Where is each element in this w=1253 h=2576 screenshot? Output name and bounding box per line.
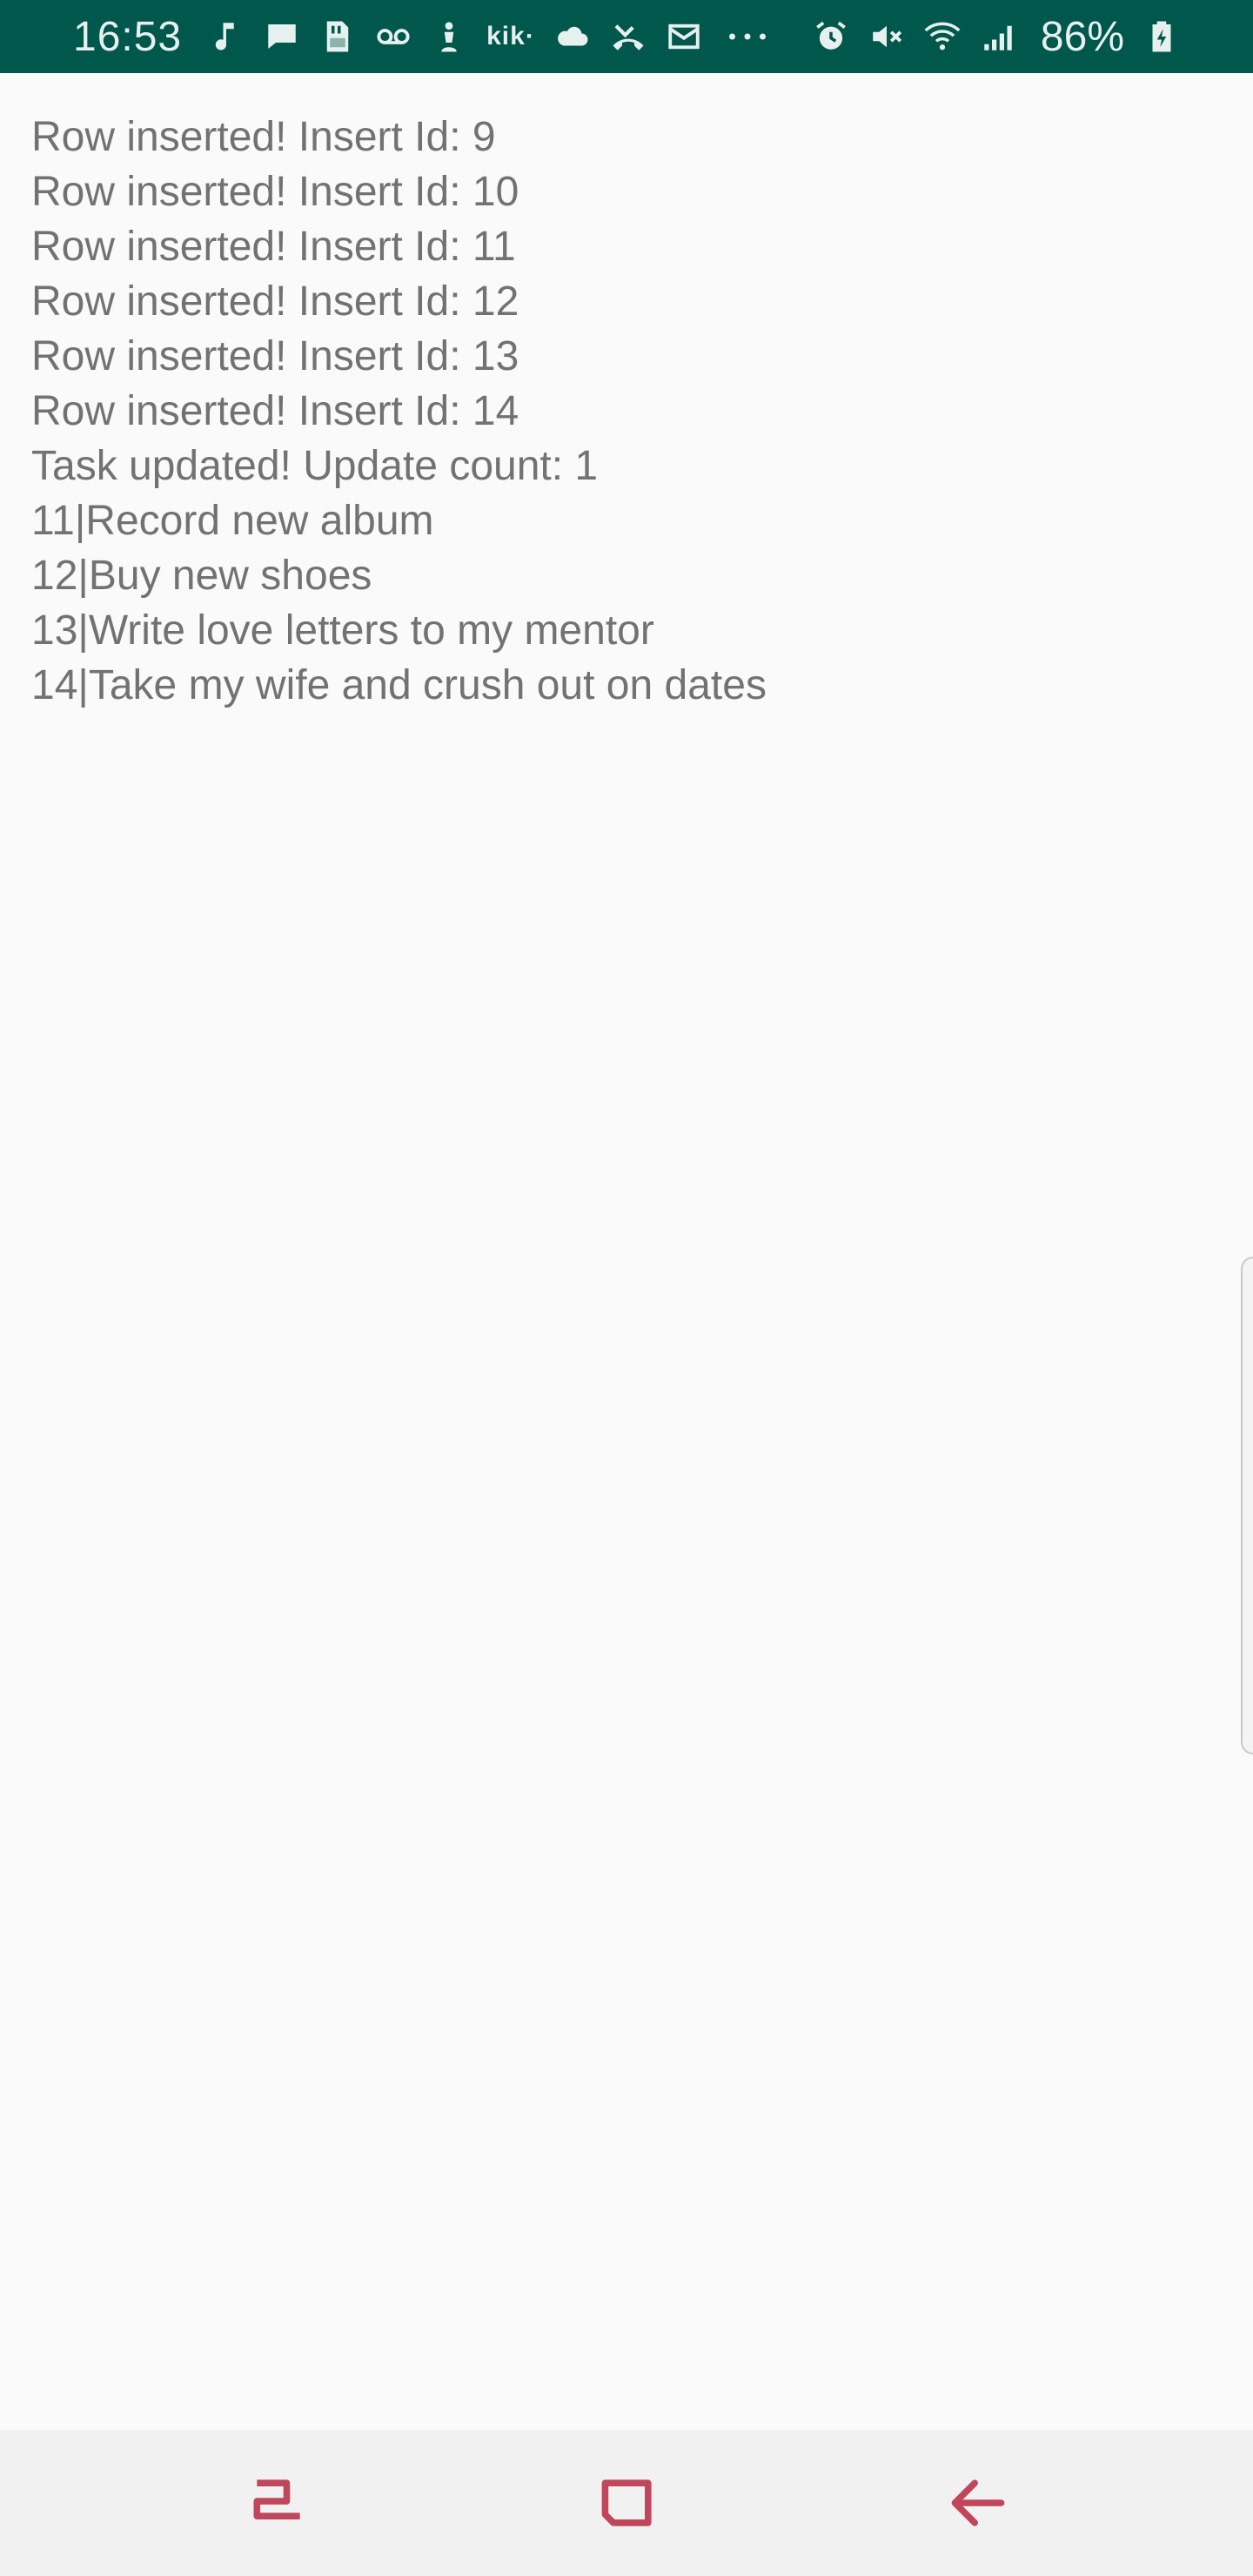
mute-icon [868,18,905,55]
screen: 16:53 kik· 86% Row inserted! Insert Id: … [0,0,1253,2576]
log-line: 11|Record new album [31,498,434,544]
home-button[interactable] [595,2470,661,2536]
log-line: 12|Buy new shoes [31,553,372,599]
battery-charging-icon [1143,18,1180,55]
status-time: 16:53 [73,13,183,60]
email-icon [666,18,702,55]
user-hint-icon [431,18,467,55]
log-output: Row inserted! Insert Id: 9 Row inserted!… [31,110,1215,713]
notification-icons: kik· [208,18,774,55]
log-line: 13|Write love letters to my mentor [31,607,654,654]
back-icon [951,2479,1005,2526]
system-icons: 86% [813,13,1180,61]
alarm-icon [813,18,849,55]
cloud-icon [554,18,591,55]
log-line: Row inserted! Insert Id: 14 [31,388,519,434]
log-line: 14|Take my wife and crush out on dates [31,662,767,708]
battery-percent: 86% [1040,13,1124,60]
music-note-icon [208,18,245,55]
signal-icon [980,18,1016,55]
kik-icon: kik· [486,22,535,50]
log-line: Row inserted! Insert Id: 11 [31,224,516,270]
status-bar: 16:53 kik· 86% [0,0,1253,73]
back-button[interactable] [945,2470,1011,2536]
log-line: Row inserted! Insert Id: 12 [31,278,519,325]
recents-button[interactable] [245,2470,312,2536]
chat-bubble-icon [264,18,300,55]
log-line: Row inserted! Insert Id: 10 [31,169,519,215]
more-dots-icon [721,18,774,55]
home-icon [601,2479,652,2526]
log-line: Task updated! Update count: 1 [31,443,599,489]
voicemail-icon [375,18,412,55]
log-line: Row inserted! Insert Id: 13 [31,333,519,379]
recents-icon [253,2479,300,2519]
navigation-bar [0,2430,1253,2576]
edge-panel-handle[interactable] [1241,1257,1253,1754]
sd-card-icon [319,18,356,55]
missed-call-icon [610,18,647,55]
wifi-icon [924,18,961,55]
log-line: Row inserted! Insert Id: 9 [31,114,496,160]
